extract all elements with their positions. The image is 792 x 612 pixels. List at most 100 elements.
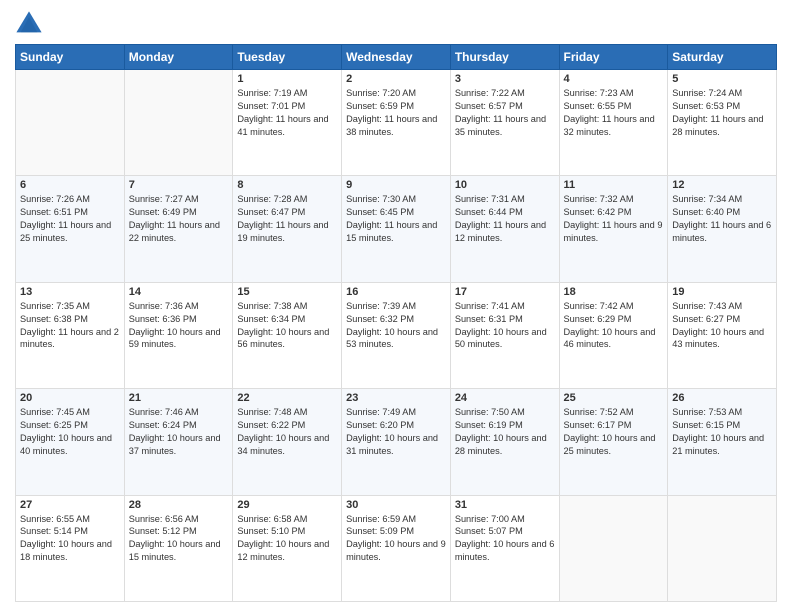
day-number: 15 [237, 286, 337, 298]
page: SundayMondayTuesdayWednesdayThursdayFrid… [0, 0, 792, 612]
calendar-cell: 21 Sunrise: 7:46 AM Sunset: 6:24 PM Dayli… [124, 389, 233, 495]
calendar-cell: 12 Sunrise: 7:34 AM Sunset: 6:40 PM Dayli… [668, 176, 777, 282]
day-number: 10 [455, 179, 555, 191]
day-info: Sunrise: 7:46 AM Sunset: 6:24 PM Dayligh… [129, 406, 229, 458]
calendar-cell: 3 Sunrise: 7:22 AM Sunset: 6:57 PM Daylig… [450, 70, 559, 176]
day-number: 9 [346, 179, 446, 191]
calendar-cell: 27 Sunrise: 6:55 AM Sunset: 5:14 PM Dayli… [16, 495, 125, 601]
calendar-week-2: 6Sunrise: 7:26 AM Sunset: 6:51 PM Daylig… [16, 176, 777, 282]
day-info: Sunrise: 7:38 AM Sunset: 6:34 PM Dayligh… [237, 300, 337, 352]
calendar-week-4: 20 Sunrise: 7:45 AM Sunset: 6:25 PM Dayli… [16, 389, 777, 495]
header [15, 10, 777, 38]
day-info: Sunrise: 7:39 AM Sunset: 6:32 PM Dayligh… [346, 300, 446, 352]
day-number: 8 [237, 179, 337, 191]
calendar-cell: 2 Sunrise: 7:20 AM Sunset: 6:59 PM Daylig… [342, 70, 451, 176]
calendar-cell: 19 Sunrise: 7:43 AM Sunset: 6:27 PM Dayli… [668, 282, 777, 388]
day-number: 23 [346, 392, 446, 404]
day-info: Sunrise: 7:32 AM Sunset: 6:42 PM Dayligh… [564, 193, 664, 245]
calendar-cell: 7Sunrise: 7:27 AM Sunset: 6:49 PM Daylig… [124, 176, 233, 282]
day-info: Sunrise: 7:53 AM Sunset: 6:15 PM Dayligh… [672, 406, 772, 458]
calendar-week-5: 27 Sunrise: 6:55 AM Sunset: 5:14 PM Dayli… [16, 495, 777, 601]
day-number: 29 [237, 499, 337, 511]
col-header-thursday: Thursday [450, 45, 559, 70]
calendar-header-row: SundayMondayTuesdayWednesdayThursdayFrid… [16, 45, 777, 70]
day-number: 28 [129, 499, 229, 511]
day-info: Sunrise: 7:43 AM Sunset: 6:27 PM Dayligh… [672, 300, 772, 352]
day-number: 16 [346, 286, 446, 298]
day-info: Sunrise: 6:59 AM Sunset: 5:09 PM Dayligh… [346, 513, 446, 565]
day-number: 26 [672, 392, 772, 404]
day-number: 6 [20, 179, 120, 191]
day-number: 18 [564, 286, 664, 298]
day-info: Sunrise: 6:56 AM Sunset: 5:12 PM Dayligh… [129, 513, 229, 565]
day-number: 14 [129, 286, 229, 298]
day-info: Sunrise: 7:36 AM Sunset: 6:36 PM Dayligh… [129, 300, 229, 352]
day-number: 27 [20, 499, 120, 511]
day-info: Sunrise: 7:35 AM Sunset: 6:38 PM Dayligh… [20, 300, 120, 352]
day-number: 20 [20, 392, 120, 404]
day-number: 30 [346, 499, 446, 511]
day-number: 24 [455, 392, 555, 404]
col-header-sunday: Sunday [16, 45, 125, 70]
day-number: 4 [564, 73, 664, 85]
day-info: Sunrise: 6:55 AM Sunset: 5:14 PM Dayligh… [20, 513, 120, 565]
day-number: 13 [20, 286, 120, 298]
calendar-cell [16, 70, 125, 176]
calendar-cell: 11Sunrise: 7:32 AM Sunset: 6:42 PM Dayli… [559, 176, 668, 282]
col-header-saturday: Saturday [668, 45, 777, 70]
calendar-cell: 18Sunrise: 7:42 AM Sunset: 6:29 PM Dayli… [559, 282, 668, 388]
calendar-cell: 22Sunrise: 7:48 AM Sunset: 6:22 PM Dayli… [233, 389, 342, 495]
day-number: 21 [129, 392, 229, 404]
col-header-monday: Monday [124, 45, 233, 70]
day-number: 19 [672, 286, 772, 298]
calendar-cell: 5Sunrise: 7:24 AM Sunset: 6:53 PM Daylig… [668, 70, 777, 176]
calendar-cell [124, 70, 233, 176]
calendar-cell: 31 Sunrise: 7:00 AM Sunset: 5:07 PM Dayli… [450, 495, 559, 601]
calendar-cell: 13 Sunrise: 7:35 AM Sunset: 6:38 PM Dayli… [16, 282, 125, 388]
calendar-cell: 10Sunrise: 7:31 AM Sunset: 6:44 PM Dayli… [450, 176, 559, 282]
calendar-week-1: 1 Sunrise: 7:19 AM Sunset: 7:01 PM Daylig… [16, 70, 777, 176]
day-info: Sunrise: 7:48 AM Sunset: 6:22 PM Dayligh… [237, 406, 337, 458]
day-info: Sunrise: 7:27 AM Sunset: 6:49 PM Dayligh… [129, 193, 229, 245]
col-header-tuesday: Tuesday [233, 45, 342, 70]
day-number: 3 [455, 73, 555, 85]
calendar-cell: 14 Sunrise: 7:36 AM Sunset: 6:36 PM Dayli… [124, 282, 233, 388]
calendar-cell: 17 Sunrise: 7:41 AM Sunset: 6:31 PM Dayli… [450, 282, 559, 388]
day-info: Sunrise: 7:22 AM Sunset: 6:57 PM Dayligh… [455, 87, 555, 139]
day-info: Sunrise: 7:30 AM Sunset: 6:45 PM Dayligh… [346, 193, 446, 245]
day-number: 31 [455, 499, 555, 511]
calendar-table: SundayMondayTuesdayWednesdayThursdayFrid… [15, 44, 777, 602]
day-info: Sunrise: 7:50 AM Sunset: 6:19 PM Dayligh… [455, 406, 555, 458]
calendar-cell: 9 Sunrise: 7:30 AM Sunset: 6:45 PM Daylig… [342, 176, 451, 282]
day-info: Sunrise: 7:34 AM Sunset: 6:40 PM Dayligh… [672, 193, 772, 245]
day-number: 2 [346, 73, 446, 85]
calendar-cell: 6Sunrise: 7:26 AM Sunset: 6:51 PM Daylig… [16, 176, 125, 282]
calendar-cell [668, 495, 777, 601]
calendar-cell: 26 Sunrise: 7:53 AM Sunset: 6:15 PM Dayli… [668, 389, 777, 495]
day-number: 5 [672, 73, 772, 85]
day-number: 17 [455, 286, 555, 298]
calendar-cell: 15 Sunrise: 7:38 AM Sunset: 6:34 PM Dayli… [233, 282, 342, 388]
calendar-cell: 1 Sunrise: 7:19 AM Sunset: 7:01 PM Daylig… [233, 70, 342, 176]
day-info: Sunrise: 7:41 AM Sunset: 6:31 PM Dayligh… [455, 300, 555, 352]
day-info: Sunrise: 6:58 AM Sunset: 5:10 PM Dayligh… [237, 513, 337, 565]
calendar-week-3: 13 Sunrise: 7:35 AM Sunset: 6:38 PM Dayli… [16, 282, 777, 388]
calendar-cell [559, 495, 668, 601]
day-info: Sunrise: 7:19 AM Sunset: 7:01 PM Dayligh… [237, 87, 337, 139]
calendar-cell: 8 Sunrise: 7:28 AM Sunset: 6:47 PM Daylig… [233, 176, 342, 282]
calendar-cell: 25 Sunrise: 7:52 AM Sunset: 6:17 PM Dayli… [559, 389, 668, 495]
logo [15, 10, 47, 38]
day-info: Sunrise: 7:52 AM Sunset: 6:17 PM Dayligh… [564, 406, 664, 458]
col-header-friday: Friday [559, 45, 668, 70]
day-info: Sunrise: 7:00 AM Sunset: 5:07 PM Dayligh… [455, 513, 555, 565]
day-info: Sunrise: 7:49 AM Sunset: 6:20 PM Dayligh… [346, 406, 446, 458]
day-info: Sunrise: 7:45 AM Sunset: 6:25 PM Dayligh… [20, 406, 120, 458]
day-number: 25 [564, 392, 664, 404]
day-info: Sunrise: 7:20 AM Sunset: 6:59 PM Dayligh… [346, 87, 446, 139]
day-info: Sunrise: 7:23 AM Sunset: 6:55 PM Dayligh… [564, 87, 664, 139]
logo-icon [15, 10, 43, 38]
day-info: Sunrise: 7:28 AM Sunset: 6:47 PM Dayligh… [237, 193, 337, 245]
calendar-cell: 28 Sunrise: 6:56 AM Sunset: 5:12 PM Dayli… [124, 495, 233, 601]
day-number: 12 [672, 179, 772, 191]
day-number: 1 [237, 73, 337, 85]
